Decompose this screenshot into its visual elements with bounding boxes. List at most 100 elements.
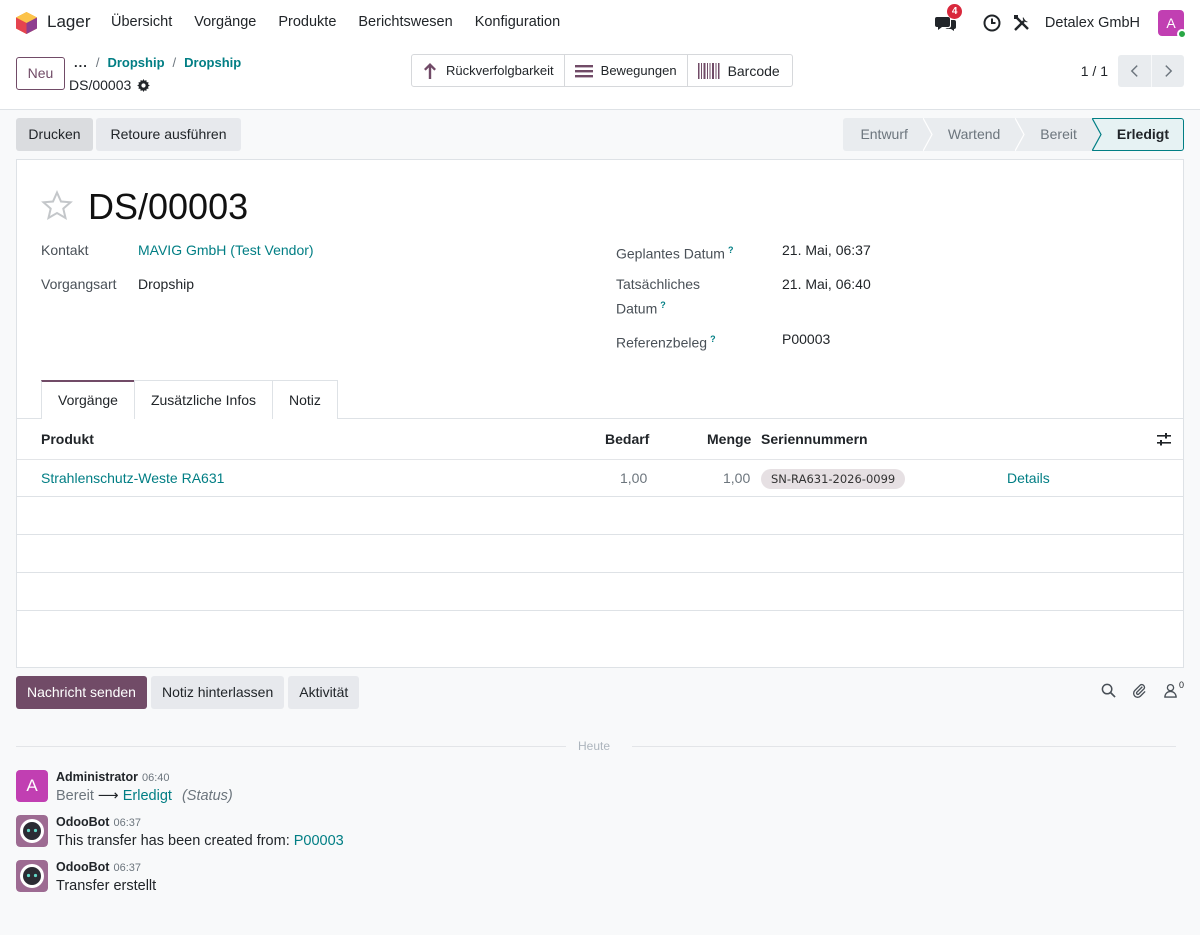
menu-item-products[interactable]: Produkte xyxy=(278,14,336,30)
activity-clock-icon[interactable] xyxy=(983,14,1001,32)
author-avatar[interactable]: A xyxy=(16,770,48,802)
operation-type-label: Vorgangsart xyxy=(41,276,117,292)
followers-button[interactable]: 0 xyxy=(1163,680,1184,698)
menu-item-reporting[interactable]: Berichtswesen xyxy=(358,14,452,30)
log-note-button[interactable]: Notiz hinterlassen xyxy=(150,676,285,709)
form-status-row: Drucken Retoure ausführen Entwurf Warten… xyxy=(16,118,1184,151)
new-value: Erledigt xyxy=(122,788,172,804)
table-header: Produkt Bedarf Menge Seriennummern xyxy=(17,419,1183,460)
main-menu: Übersicht Vorgänge Produkte Berichtswese… xyxy=(111,14,560,30)
user-icon xyxy=(1164,683,1177,698)
stage-ready-label: Bereit xyxy=(1040,126,1077,142)
stage-ready[interactable]: Bereit xyxy=(1016,118,1102,151)
message-time: 06:37 xyxy=(113,862,141,874)
column-header-serials[interactable]: Seriennummern xyxy=(761,431,868,447)
stage-waiting[interactable]: Wartend xyxy=(923,118,1025,151)
date-separator-label: Heute xyxy=(578,739,611,753)
product-cell[interactable]: Strahlenschutz-Weste RA631 xyxy=(41,470,224,486)
print-button[interactable]: Drucken xyxy=(16,118,93,151)
message-author[interactable]: Administrator xyxy=(56,770,138,784)
message-author[interactable]: OdooBot xyxy=(56,815,109,829)
app-name[interactable]: Lager xyxy=(47,12,90,32)
message-time: 06:37 xyxy=(113,817,141,829)
quantity-cell: 1,00 xyxy=(723,470,751,486)
message-header: OdooBot 06:37 xyxy=(56,815,141,829)
record-name: DS/00003 xyxy=(69,77,132,93)
notebook-tabs: Vorgänge Zusätzliche Infos Notiz xyxy=(41,380,338,419)
tab-operations[interactable]: Vorgänge xyxy=(41,380,135,419)
reference-label: Referenzbeleg? xyxy=(616,329,716,354)
odoobot-avatar[interactable] xyxy=(16,860,48,892)
user-avatar[interactable]: A xyxy=(1158,10,1187,39)
traceability-button[interactable]: Rückverfolgbarkeit xyxy=(412,55,565,86)
old-value: Bereit xyxy=(56,788,94,804)
contact-label: Kontakt xyxy=(41,242,89,258)
odoobot-avatar[interactable] xyxy=(16,815,48,847)
inventory-app-icon[interactable] xyxy=(16,12,37,34)
pager-value[interactable]: 1 / 1 xyxy=(1081,63,1108,79)
scheduled-date-label-text: Geplantes Datum xyxy=(616,245,725,262)
chatter-toolbar: Nachricht senden Notiz hinterlassen Akti… xyxy=(16,676,360,709)
pager-previous-button[interactable] xyxy=(1118,55,1151,87)
message-header: OdooBot 06:37 xyxy=(56,860,141,874)
actual-date-value[interactable]: 21. Mai, 06:40 xyxy=(782,274,871,295)
contact-value[interactable]: MAVIG GmbH (Test Vendor) xyxy=(138,240,314,261)
pager-next-button[interactable] xyxy=(1151,55,1184,87)
send-message-button[interactable]: Nachricht senden xyxy=(16,676,147,709)
serial-number-badge[interactable]: SN-RA631-2026-0099 xyxy=(761,469,906,489)
barcode-label: Barcode xyxy=(727,62,780,79)
help-tooltip-icon[interactable]: ? xyxy=(728,245,734,255)
tracked-field-name: (Status) xyxy=(181,788,233,804)
gear-icon[interactable] xyxy=(137,78,151,92)
user-initial: A xyxy=(1166,15,1176,31)
help-tooltip-icon[interactable]: ? xyxy=(710,334,716,344)
barcode-icon xyxy=(697,62,720,79)
date-separator: Heute xyxy=(16,739,1176,753)
message-header: Administrator 06:40 xyxy=(56,770,169,784)
help-tooltip-icon[interactable]: ? xyxy=(660,300,666,310)
breadcrumb-item-dropship-2[interactable]: Dropship xyxy=(184,55,241,70)
return-button[interactable]: Retoure ausführen xyxy=(96,118,241,151)
search-icon[interactable] xyxy=(1101,683,1116,698)
optional-columns-toggle-icon[interactable] xyxy=(1157,433,1171,446)
stage-draft[interactable]: Entwurf xyxy=(843,118,933,151)
new-button[interactable]: Neu xyxy=(16,57,65,90)
column-header-quantity[interactable]: Menge xyxy=(707,431,751,447)
scheduled-date-label: Geplantes Datum? xyxy=(616,240,733,265)
debug-tools-icon[interactable] xyxy=(1013,14,1031,32)
chevron-left-icon xyxy=(1130,65,1138,77)
scheduled-date-value[interactable]: 21. Mai, 06:37 xyxy=(782,240,871,261)
company-switcher[interactable]: Detalex GmbH xyxy=(1045,15,1140,31)
breadcrumb: ... / Dropship / Dropship xyxy=(74,55,241,70)
stage-done[interactable]: Erledigt xyxy=(1092,118,1184,151)
details-button[interactable]: Details xyxy=(1007,470,1050,486)
operation-type-value[interactable]: Dropship xyxy=(138,274,194,295)
activity-button[interactable]: Aktivität xyxy=(288,676,360,709)
moves-button[interactable]: Bewegungen xyxy=(565,55,688,86)
breadcrumb-more-button[interactable]: ... xyxy=(74,55,88,70)
paperclip-icon[interactable] xyxy=(1132,683,1147,698)
chevron-right-icon xyxy=(1164,65,1172,77)
messages-button[interactable]: 4 xyxy=(934,4,963,34)
column-header-product[interactable]: Produkt xyxy=(41,431,94,447)
source-document-link[interactable]: P00003 xyxy=(294,833,344,849)
arrow-right-icon: ⟶ xyxy=(97,788,119,804)
menu-item-operations[interactable]: Vorgänge xyxy=(194,14,256,30)
breadcrumb-separator: / xyxy=(95,55,100,70)
menu-item-configuration[interactable]: Konfiguration xyxy=(475,14,560,30)
top-navbar: Lager Übersicht Vorgänge Produkte Berich… xyxy=(0,0,1200,46)
empty-row xyxy=(17,573,1183,611)
reference-value[interactable]: P00003 xyxy=(782,329,830,350)
barcode-button[interactable]: Barcode xyxy=(688,55,792,86)
table-row[interactable]: Strahlenschutz-Weste RA631 1,00 1,00 SN-… xyxy=(17,460,1183,497)
record-title: DS/00003 xyxy=(88,186,249,227)
stage-draft-label: Entwurf xyxy=(860,126,908,142)
star-icon[interactable] xyxy=(41,190,73,222)
tab-additional-info[interactable]: Zusätzliche Infos xyxy=(133,380,274,419)
breadcrumb-item-dropship-1[interactable]: Dropship xyxy=(107,55,164,70)
column-header-demand[interactable]: Bedarf xyxy=(605,431,649,447)
tab-note[interactable]: Notiz xyxy=(272,380,338,419)
message-author[interactable]: OdooBot xyxy=(56,860,109,874)
menu-item-overview[interactable]: Übersicht xyxy=(111,14,172,30)
actual-date-label: Tatsächliches Datum? xyxy=(616,274,700,320)
